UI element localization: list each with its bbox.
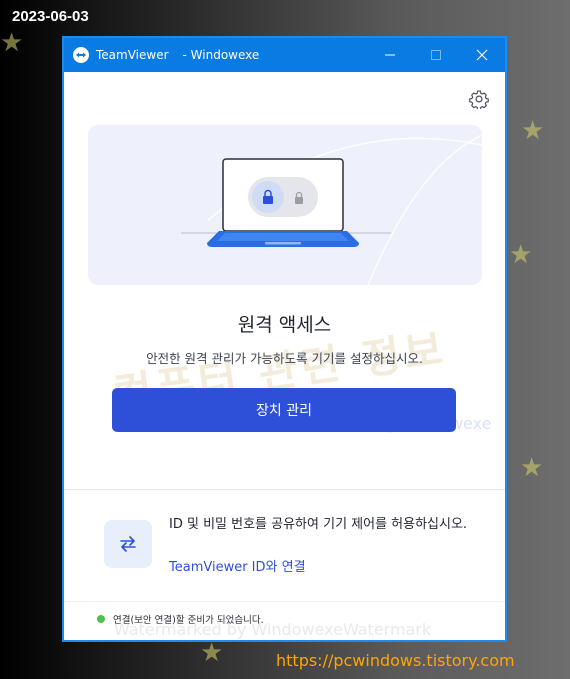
hero-illustration <box>88 125 482 285</box>
star-decoration: ★ <box>521 116 545 146</box>
date-stamp: 2023-06-03 <box>12 8 89 25</box>
maximize-button[interactable] <box>413 38 459 72</box>
divider <box>64 489 505 490</box>
teamviewer-logo-icon <box>73 47 89 63</box>
window-title-suffix: - Windowexe <box>182 48 260 62</box>
star-decoration: ★ <box>200 638 224 668</box>
star-decoration: ★ <box>509 240 533 270</box>
connection-status: 연결(보안 연결)할 준비가 되었습니다. <box>97 612 264 626</box>
star-decoration: ★ <box>0 28 24 58</box>
gear-icon[interactable] <box>469 89 489 111</box>
swap-arrows-icon <box>104 520 152 568</box>
window-controls <box>367 38 505 72</box>
status-dot <box>97 615 105 623</box>
star-decoration: ★ <box>520 453 544 483</box>
status-text: 연결(보안 연결)할 준비가 되었습니다. <box>113 615 264 626</box>
title-bar[interactable]: TeamViewer - Windowexe <box>64 38 505 72</box>
minimize-button[interactable] <box>367 38 413 72</box>
divider <box>64 601 505 602</box>
teamviewer-window: TeamViewer - Windowexe 컴퓨터 관련 정보 원격 액세스 … <box>62 36 507 642</box>
connect-with-id-link[interactable]: TeamViewer ID와 연결 <box>169 556 306 575</box>
manage-devices-button[interactable]: 장치 관리 <box>112 388 456 432</box>
share-id-description: ID 및 비밀 번호를 공유하여 기기 제어를 허용하십시오. <box>169 517 468 532</box>
laptop-illustration <box>181 158 391 247</box>
window-title-app: TeamViewer <box>96 48 169 62</box>
site-url: https://pcwindows.tistory.com <box>276 651 515 670</box>
close-button[interactable] <box>459 38 505 72</box>
page-description: 안전한 원격 관리가 가능하도록 기기를 설정하십시오. <box>146 351 423 366</box>
page-title: 원격 액세스 <box>237 314 332 336</box>
